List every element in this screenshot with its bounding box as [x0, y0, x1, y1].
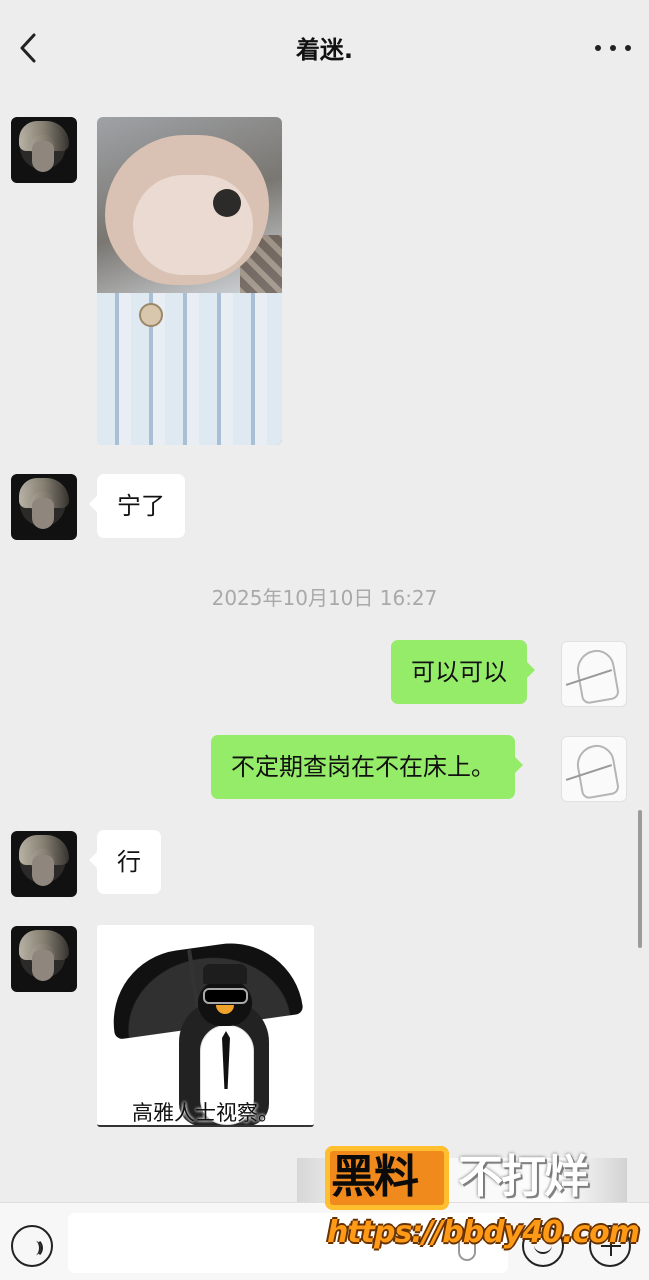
chat-header: 着迷. — [0, 0, 649, 96]
sticker-caption: 高雅人士视察。 — [132, 1101, 279, 1125]
message-left-bubble[interactable]: 宁了 — [89, 474, 185, 538]
more-dots-icon[interactable] — [595, 30, 631, 66]
microphone-icon — [458, 1233, 476, 1261]
user-avatar[interactable] — [561, 641, 627, 707]
message-input-bar — [0, 1202, 649, 1280]
message-right-bubble[interactable]: 可以可以 — [391, 640, 535, 704]
contact-avatar[interactable] — [11, 117, 77, 183]
message-photo-bear[interactable] — [97, 117, 282, 445]
voice-icon[interactable] — [11, 1225, 53, 1267]
message-input[interactable] — [68, 1213, 508, 1273]
user-avatar[interactable] — [561, 736, 627, 802]
message-left-bubble[interactable]: 行 — [89, 830, 161, 894]
contact-avatar[interactable] — [11, 926, 77, 992]
plus-icon[interactable] — [589, 1225, 631, 1267]
emoji-icon[interactable] — [522, 1225, 564, 1267]
message-right-bubble[interactable]: 不定期查岗在不在床上。 — [211, 735, 523, 799]
contact-avatar[interactable] — [11, 474, 77, 540]
contact-avatar[interactable] — [11, 831, 77, 897]
message-timestamp: 2025年10月10日 16:27 — [211, 586, 438, 610]
chat-title: 着迷. — [295, 36, 354, 64]
chat-scrollbar[interactable] — [638, 810, 642, 948]
partial-image-message[interactable] — [297, 1158, 627, 1203]
message-sticker-penguin[interactable]: 高雅人士视察。 — [97, 925, 314, 1127]
